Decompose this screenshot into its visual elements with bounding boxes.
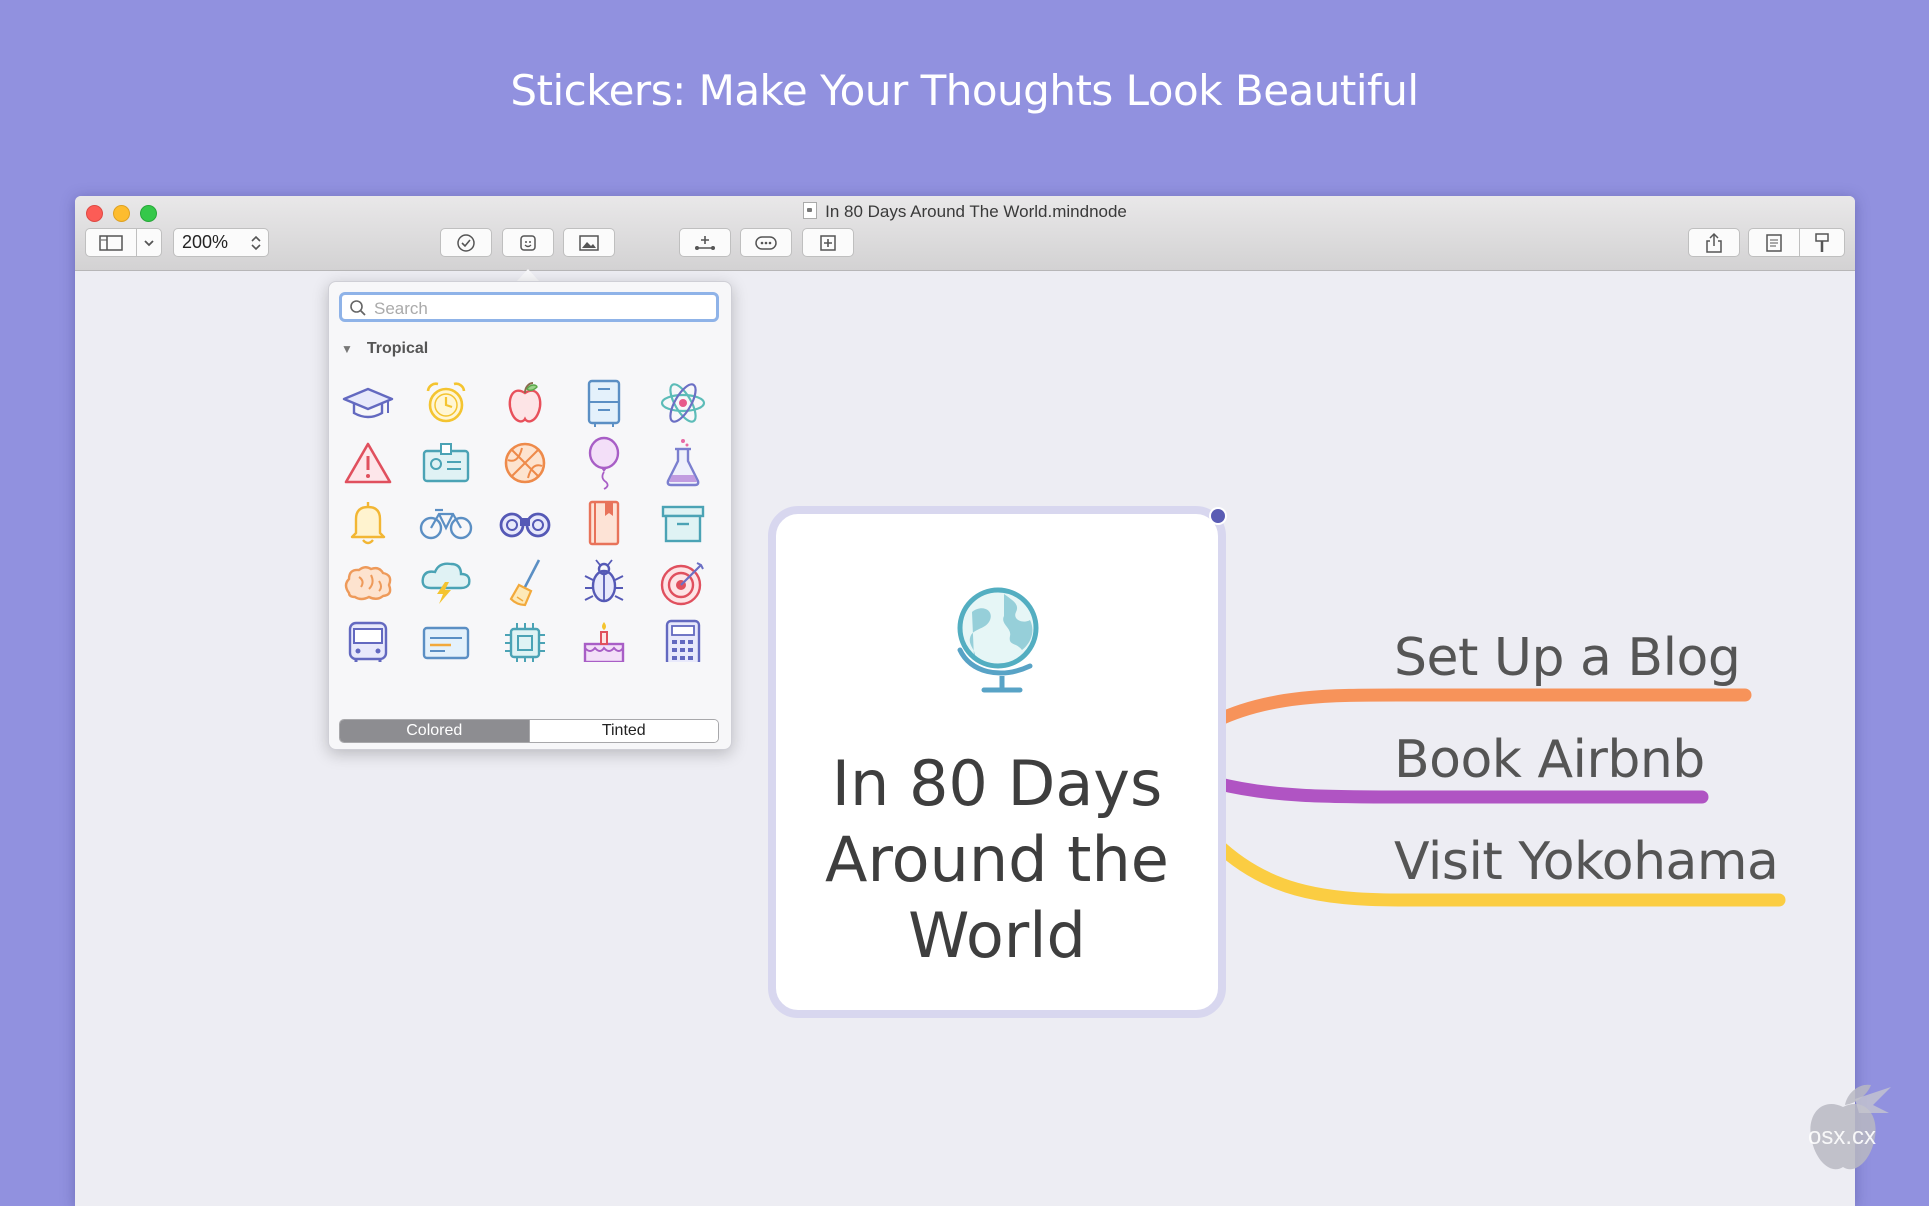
central-node-line3: World <box>908 899 1086 972</box>
bus-icon[interactable] <box>339 614 397 662</box>
sticker-section-title: Tropical <box>366 340 429 357</box>
sticker-grid <box>339 374 731 662</box>
cpu-chip-icon[interactable] <box>496 614 554 662</box>
branch-line-blog <box>1209 688 1752 728</box>
graduation-cap-icon[interactable] <box>339 374 397 432</box>
atom-icon[interactable] <box>654 374 712 432</box>
sticker-popover: ▼ Tropical <box>328 281 732 750</box>
branch-label-blog[interactable]: Set Up a Blog <box>1394 628 1741 688</box>
alarm-clock-icon[interactable] <box>417 374 475 432</box>
segment-tinted[interactable]: Tinted <box>528 720 718 742</box>
broom-icon[interactable] <box>496 554 554 612</box>
central-node-line1: In 80 Days <box>831 747 1163 820</box>
branch-label-airbnb[interactable]: Book Airbnb <box>1394 730 1705 790</box>
birthday-cake-icon[interactable] <box>575 614 633 662</box>
card-icon[interactable] <box>417 614 475 662</box>
branch-label-yokohama[interactable]: Visit Yokohama <box>1394 832 1779 892</box>
locker-icon[interactable] <box>575 374 633 432</box>
sticker-search-field[interactable] <box>339 292 719 322</box>
bug-icon[interactable] <box>575 554 633 612</box>
balloon-icon[interactable] <box>575 434 633 492</box>
binoculars-icon[interactable] <box>496 494 554 552</box>
sticker-style-segmented-control: Colored Tinted <box>339 719 719 743</box>
bicycle-icon[interactable] <box>417 494 475 552</box>
flask-icon[interactable] <box>654 434 712 492</box>
segment-colored[interactable]: Colored <box>340 720 529 742</box>
brain-icon[interactable] <box>339 554 397 612</box>
calculator-icon[interactable] <box>654 614 712 662</box>
storm-cloud-icon[interactable] <box>417 554 475 612</box>
central-node-line2: Around the <box>825 823 1169 896</box>
disclosure-triangle-icon[interactable]: ▼ <box>341 342 353 356</box>
target-icon[interactable] <box>654 554 712 612</box>
warning-icon[interactable] <box>339 434 397 492</box>
central-node-title: In 80 Days Around the World <box>776 746 1218 974</box>
central-node[interactable]: In 80 Days Around the World <box>768 506 1226 1018</box>
bell-icon[interactable] <box>339 494 397 552</box>
search-icon <box>350 300 366 316</box>
node-connection-handle[interactable] <box>1209 507 1227 525</box>
watermark-text: osx.cx <box>1808 1123 1877 1150</box>
globe-icon <box>957 587 1039 693</box>
apple-icon[interactable] <box>496 374 554 432</box>
archive-box-icon[interactable] <box>654 494 712 552</box>
basketball-icon[interactable] <box>496 434 554 492</box>
id-card-icon[interactable] <box>417 434 475 492</box>
sticker-section-header[interactable]: ▼ Tropical <box>341 340 428 358</box>
sticker-search-input[interactable] <box>372 297 706 321</box>
book-icon[interactable] <box>575 494 633 552</box>
